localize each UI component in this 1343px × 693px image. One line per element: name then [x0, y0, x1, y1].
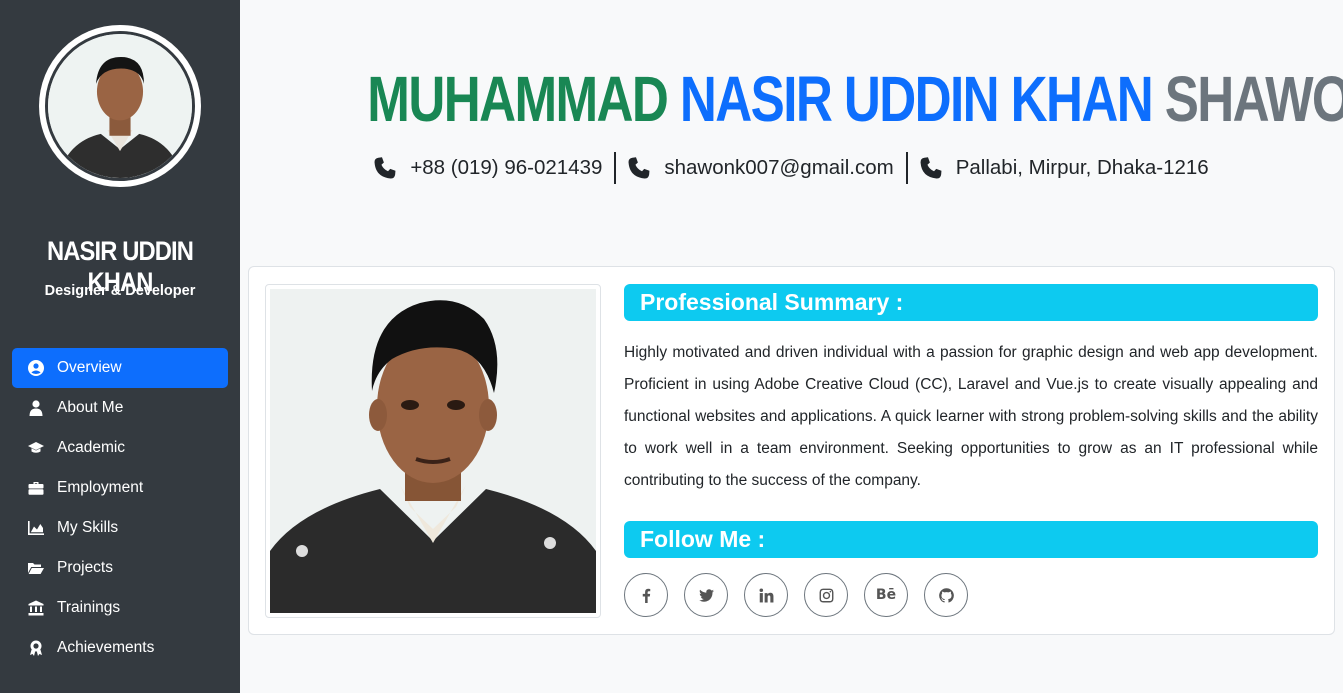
- contact-info: +88 (019) 96-021439 shawonk007@gmail.com…: [240, 152, 1343, 184]
- social-links: Bē: [624, 573, 984, 617]
- linkedin-icon: [759, 587, 773, 602]
- summary-heading: Professional Summary :: [624, 284, 1318, 321]
- nav-item-label: Achievements: [57, 639, 155, 656]
- phone-icon: [374, 157, 396, 179]
- sidebar: NASIR UDDIN KHAN Designer & Developer Ov…: [0, 0, 240, 693]
- name-part-first: MUHAMMAD: [367, 63, 669, 135]
- twitter-icon: [698, 588, 714, 602]
- landmark-icon: [28, 600, 44, 616]
- nav-item-label: Overview: [57, 359, 122, 376]
- behance-link[interactable]: Bē: [864, 573, 908, 617]
- nav-item-trainings[interactable]: Trainings: [12, 588, 228, 628]
- nav-item-label: Academic: [57, 439, 126, 456]
- email-text[interactable]: shawonk007@gmail.com: [664, 156, 893, 180]
- phone-icon: [628, 157, 650, 179]
- facebook-link[interactable]: [624, 573, 668, 617]
- nav-item-label: My Skills: [57, 519, 119, 536]
- instagram-icon: [819, 588, 833, 602]
- nav-item-label: Projects: [57, 559, 113, 576]
- sidebar-nav: Overview About Me Academic Employment My…: [12, 348, 228, 668]
- summary-text: Highly motivated and driven individual w…: [624, 344, 1318, 489]
- contact-email: shawonk007@gmail.com: [616, 156, 905, 180]
- sidebar-role: Designer & Developer: [44, 283, 196, 299]
- twitter-link[interactable]: [684, 573, 728, 617]
- nav-item-achievements[interactable]: Achievements: [12, 628, 228, 668]
- nav-item-my-skills[interactable]: My Skills: [12, 508, 228, 548]
- nav-item-overview[interactable]: Overview: [12, 348, 228, 388]
- phone-icon: [920, 157, 942, 179]
- phone-text: +88 (019) 96-021439: [410, 156, 603, 179]
- folder-open-icon: [28, 560, 44, 576]
- nav-item-label: About Me: [57, 399, 124, 416]
- nav-item-label: Employment: [57, 479, 144, 496]
- address-text: Pallabi, Mirpur, Dhaka-1216: [955, 156, 1209, 179]
- contact-address: Pallabi, Mirpur, Dhaka-1216: [908, 156, 1221, 180]
- avatar-photo: [45, 31, 195, 181]
- contact-phone: +88 (019) 96-021439: [362, 156, 614, 180]
- user-circle-icon: [28, 360, 44, 376]
- instagram-link[interactable]: [804, 573, 848, 617]
- follow-heading: Follow Me :: [624, 521, 1318, 558]
- nav-item-academic[interactable]: Academic: [12, 428, 228, 468]
- award-icon: [28, 640, 44, 656]
- nav-item-label: Trainings: [57, 599, 121, 616]
- github-link[interactable]: [924, 573, 968, 617]
- behance-icon: Bē: [875, 587, 897, 603]
- linkedin-link[interactable]: [744, 573, 788, 617]
- user-icon: [28, 400, 44, 416]
- nav-item-projects[interactable]: Projects: [12, 548, 228, 588]
- nav-item-employment[interactable]: Employment: [12, 468, 228, 508]
- facebook-icon: [642, 588, 650, 603]
- chart-area-icon: [28, 520, 44, 536]
- page-title: MUHAMMAD NASIR UDDIN KHAN SHAWON: [240, 62, 1343, 136]
- avatar: [39, 25, 201, 187]
- graduation-cap-icon: [28, 440, 44, 456]
- profile-photo: [265, 284, 601, 618]
- github-icon: [938, 587, 954, 603]
- nav-item-about-me[interactable]: About Me: [12, 388, 228, 428]
- name-part-middle: NASIR UDDIN KHAN: [679, 63, 1154, 135]
- name-part-last: SHAWON: [1164, 63, 1343, 135]
- briefcase-icon: [28, 480, 44, 496]
- overview-card: Professional Summary : Highly motivated …: [248, 266, 1335, 635]
